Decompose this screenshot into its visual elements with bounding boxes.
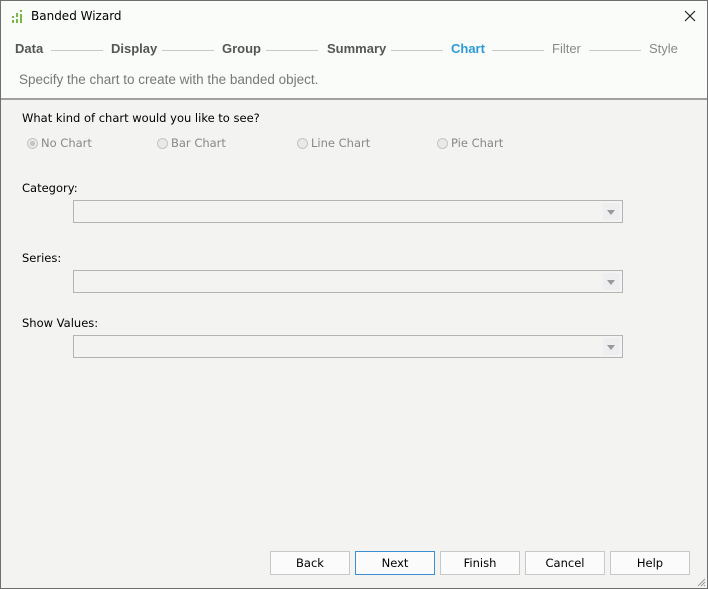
step-group[interactable]: Group [222,41,261,56]
radio-label: Line Chart [311,136,371,150]
radio-label: Bar Chart [171,136,226,150]
wizard-subtitle: Specify the chart to create with the ban… [19,72,319,87]
series-label: Series: [22,251,62,265]
cancel-button[interactable]: Cancel [525,551,605,575]
show-values-label: Show Values: [22,316,99,330]
chevron-down-icon[interactable] [603,203,620,220]
step-connector [391,50,443,51]
step-data[interactable]: Data [15,41,43,56]
step-display[interactable]: Display [111,41,157,56]
back-button[interactable]: Back [270,551,350,575]
step-summary[interactable]: Summary [327,41,386,56]
category-dropdown[interactable] [73,200,623,223]
next-button[interactable]: Next [355,551,435,575]
radio-pie-chart[interactable]: Pie Chart [437,136,503,150]
radio-button[interactable] [157,137,168,149]
step-connector [589,50,641,51]
title-bar: Banded Wizard [1,1,707,31]
banded-wizard-dialog: Banded Wizard Data Display Group Summary… [0,0,708,589]
wizard-steps: Data Display Group Summary Chart Filter … [1,41,707,59]
radio-button[interactable] [437,137,448,149]
step-connector [51,50,103,51]
radio-no-chart[interactable]: No Chart [27,136,92,150]
wizard-header: Data Display Group Summary Chart Filter … [1,31,707,100]
radio-bar-chart[interactable]: Bar Chart [157,136,226,150]
step-connector [492,50,544,51]
category-label: Category: [22,181,78,195]
close-icon[interactable] [681,7,699,25]
chevron-down-icon[interactable] [603,338,620,355]
step-filter: Filter [552,41,581,56]
series-dropdown[interactable] [73,270,623,293]
bar-chart-icon [12,10,22,23]
help-button[interactable]: Help [610,551,690,575]
radio-label: No Chart [41,136,92,150]
step-style: Style [649,41,678,56]
chevron-down-icon[interactable] [603,273,620,290]
radio-button[interactable] [297,137,308,149]
window-title: Banded Wizard [31,9,122,23]
chart-type-question: What kind of chart would you like to see… [22,111,260,125]
radio-button-checked[interactable] [27,137,38,149]
resize-grip-icon[interactable] [696,577,706,587]
finish-button[interactable]: Finish [440,551,520,575]
step-connector [266,50,318,51]
radio-label: Pie Chart [451,136,504,150]
show-values-dropdown[interactable] [73,335,623,358]
step-chart[interactable]: Chart [451,41,485,56]
radio-line-chart[interactable]: Line Chart [297,136,370,150]
step-connector [162,50,214,51]
